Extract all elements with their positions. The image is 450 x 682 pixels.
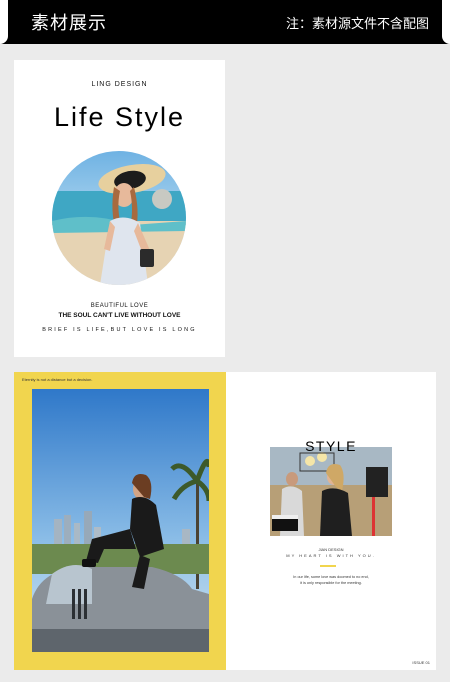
cover-brief-line: BRIEF IS LIFE,BUT LOVE IS LONG [42, 327, 197, 333]
spread-left-page: Eternity is not a distance but a decisio… [14, 372, 226, 670]
header-right-notch [442, 0, 450, 44]
spread-love-line-1: In our life, some love was doomed to no … [293, 575, 369, 579]
header-left-notch [0, 0, 8, 44]
spread-love-line-2: it is only responsible for the meeting. [300, 581, 362, 585]
cover-beautiful-love: BEAUTIFUL LOVE [90, 303, 149, 309]
header-bar: 素材展示 注：素材源文件不含配图 [0, 0, 450, 44]
spread-jian-design: JIAN DESIGN [318, 547, 344, 552]
spread-heart-line: MY HEART IS WITH YOU. [286, 553, 376, 558]
cover-headline: Life Style [53, 102, 186, 132]
spread-style-word: STYLE [305, 438, 357, 454]
spread-car-photo [32, 389, 209, 652]
cover-soul-line: THE SOUL CAN'T LIVE WITHOUT LOVE [58, 312, 181, 319]
spread-issue-number: ISSUE 01 [412, 660, 430, 665]
accent-divider [320, 565, 336, 567]
spread-film-set-photo [270, 447, 392, 536]
cover-brand: LING DESIGN [91, 81, 148, 88]
cover-circle-photo [52, 151, 186, 285]
page-title: 素材展示 [31, 13, 107, 34]
spread-right-page: STYLE JIAN DESIGN MY HEART IS WITH YOU. … [226, 372, 436, 670]
spread-eternity-quote: Eternity is not a distance but a decisio… [22, 377, 93, 382]
header-note: 注：素材源文件不含配图 [285, 17, 429, 32]
cover-card: LING DESIGN Life Style BEAUTIFUL LOVE TH… [14, 60, 225, 357]
